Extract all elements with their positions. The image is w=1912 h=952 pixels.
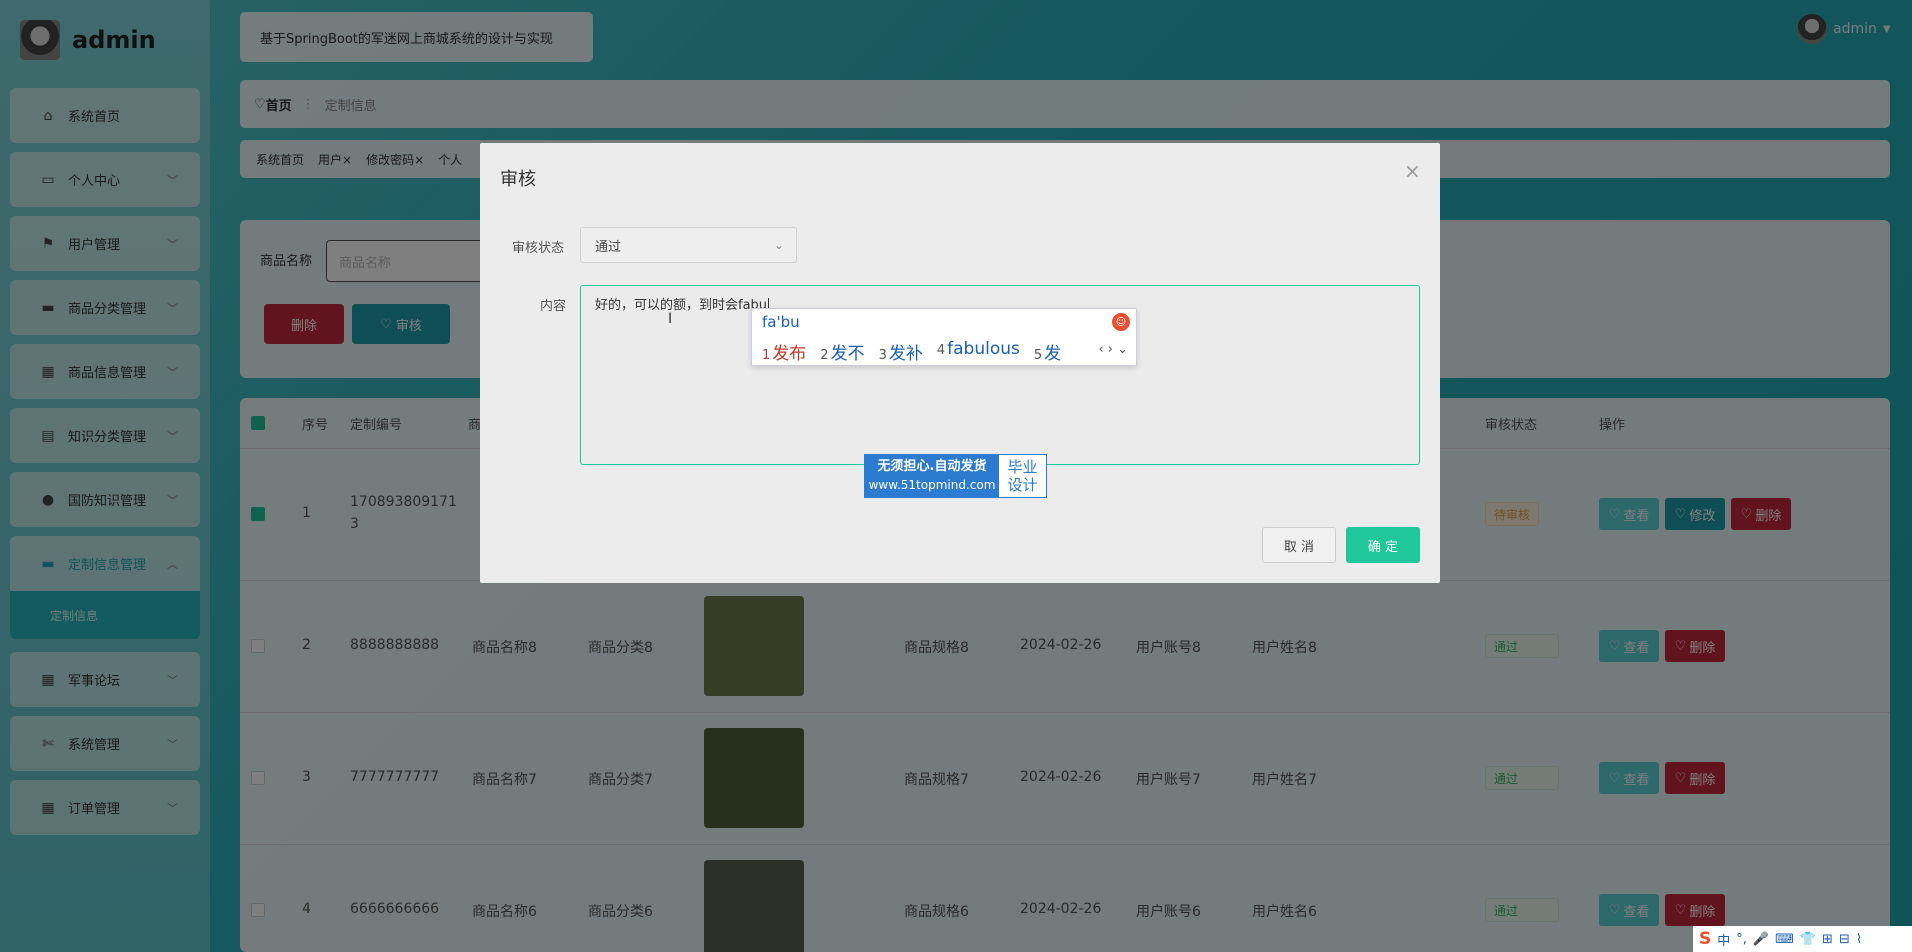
status-select[interactable]: 通过 ⌄ [580,227,797,263]
ime-toolbar-item[interactable]: 🎤 [1753,932,1769,947]
ime-toolbar: S 中 °, 🎤 ⌨ 👕 ⊞ ⊟ ⌇ [1693,926,1912,952]
cancel-button[interactable]: 取 消 [1262,527,1336,563]
ime-toolbar-item[interactable]: ⊞ [1822,932,1833,947]
ime-toolbar-item[interactable]: ⊟ [1839,932,1850,947]
ime-toolbar-item[interactable]: °, [1736,932,1747,947]
ime-candidate[interactable]: 1 发布 [762,339,806,364]
ime-toolbar-item[interactable]: 中 [1717,930,1730,949]
ime-pinyin: fa'bu [762,313,800,331]
ad-label-2: 设计 [1007,476,1038,494]
ad-url: www.51topmind.com [868,478,996,492]
ime-toolbar-item[interactable]: S [1699,929,1711,949]
close-icon[interactable]: × [1404,159,1421,183]
ime-candidate-window: fa'bu ☺ 1 发布 2 发不 3 发补 4 fabulous 5 发 ‹ › ⌄ [751,308,1137,366]
ime-candidates: 1 发布 2 发不 3 发补 4 fabulous 5 发 [762,339,1061,364]
content-label: 内容 [540,299,567,314]
status-select-value: 通过 [595,239,622,255]
ime-candidate[interactable]: 5发 [1034,339,1061,364]
chevron-down-icon: ⌄ [773,238,784,252]
ime-candidate[interactable]: 4 fabulous [937,339,1020,364]
status-label: 审核状态 [512,241,565,256]
ime-toolbar-item[interactable]: 👕 [1800,932,1816,947]
ime-toolbar-item[interactable]: ⌨ [1775,932,1794,947]
confirm-button[interactable]: 确 定 [1346,527,1420,563]
ime-next-page-icon[interactable]: ‹ › ⌄ [1098,342,1128,357]
ime-logo-icon: ☺ [1112,313,1130,331]
ime-candidate[interactable]: 3 发补 [879,339,923,364]
watermark-ad[interactable]: 无须担心.自动发货 www.51topmind.com 毕业 设计 [864,454,1047,498]
dialog-title: 审核 [500,169,536,190]
ad-text: 无须担心.自动发货 [877,459,987,474]
ime-candidate[interactable]: 2 发不 [820,339,864,364]
ad-label-1: 毕业 [1007,458,1038,476]
text-cursor-icon: I [668,311,673,327]
ime-toolbar-item[interactable]: ⌇ [1856,932,1862,947]
